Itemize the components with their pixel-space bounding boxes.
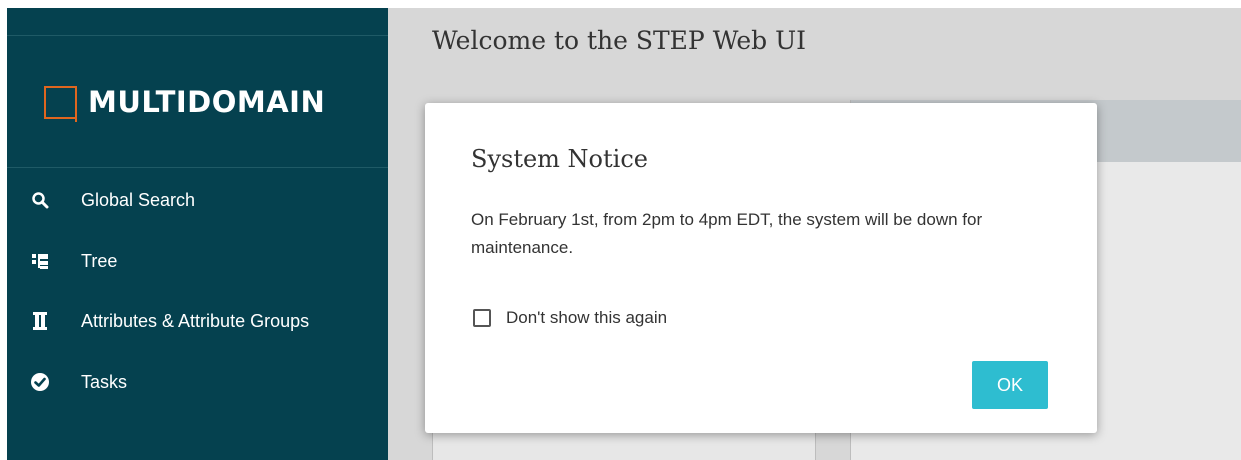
sidebar-item-tasks[interactable]: Tasks [7,362,388,402]
sidebar-item-label: Tree [81,250,118,271]
ok-button[interactable]: OK [972,361,1048,409]
attributes-icon [29,310,51,332]
check-circle-icon [29,371,51,393]
tree-icon [29,250,51,272]
sidebar-item-label: Attributes & Attribute Groups [81,310,310,331]
app-frame: MULTIDOMAIN Global Search Tree Attribute… [0,0,1241,460]
dialog-message: On February 1st, from 2pm to 4pm EDT, th… [471,210,983,257]
dont-show-again-option[interactable]: Don't show this again [473,306,667,330]
system-notice-dialog: System Notice On February 1st, from 2pm … [425,103,1097,433]
sidebar-divider [7,167,388,168]
dont-show-again-checkbox[interactable] [473,309,491,327]
search-icon [29,189,51,211]
sidebar-item-label: Tasks [81,371,128,392]
sidebar: MULTIDOMAIN Global Search Tree Attribute… [7,8,388,460]
dont-show-again-label: Don't show this again [506,308,668,327]
sidebar-item-global-search[interactable]: Global Search [7,180,388,220]
dialog-title: System Notice [471,145,648,173]
sidebar-item-attributes[interactable]: Attributes & Attribute Groups [7,301,388,341]
brand-logo-icon [44,85,77,122]
sidebar-top-divider [7,35,388,36]
sidebar-item-label: Global Search [81,189,196,210]
brand-name: MULTIDOMAIN [88,85,326,119]
page-title: Welcome to the STEP Web UI [432,26,807,55]
brand: MULTIDOMAIN [44,82,325,122]
sidebar-item-tree[interactable]: Tree [7,241,388,281]
